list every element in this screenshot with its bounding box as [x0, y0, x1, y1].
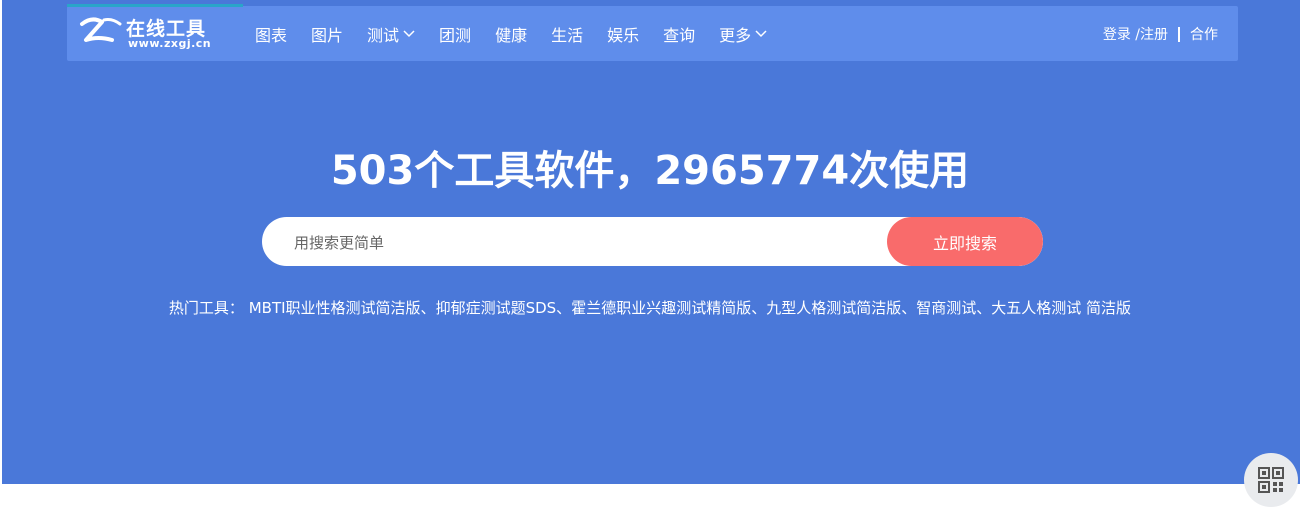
- divider: [1178, 26, 1180, 42]
- nav-item-label: 娱乐: [607, 26, 640, 45]
- search-button[interactable]: 立即搜索: [887, 217, 1043, 266]
- cooperate-link[interactable]: 合作: [1190, 24, 1218, 44]
- nav-item-group-tests[interactable]: 团测: [439, 22, 471, 46]
- qr-code-button[interactable]: [1244, 453, 1298, 507]
- hot-tools-label: 热门工具：: [168, 299, 244, 317]
- nav-item-label: 健康: [495, 26, 528, 45]
- logo-url: www.zxgj.cn: [128, 37, 212, 50]
- nav-item-more[interactable]: 更多: [719, 22, 767, 46]
- nav-item-images[interactable]: 图片: [311, 22, 343, 46]
- separator: 、: [976, 299, 992, 317]
- search-input[interactable]: [292, 217, 876, 266]
- separator: 、: [420, 299, 436, 317]
- page-title: 503个工具软件，2965774次使用: [330, 148, 970, 194]
- site-logo[interactable]: 在线工具 www.zxgj.cn: [78, 12, 228, 52]
- chevron-down-icon: [403, 30, 415, 38]
- nav-item-charts[interactable]: 图表: [255, 22, 287, 46]
- nav-item-entertainment[interactable]: 娱乐: [607, 22, 639, 46]
- chevron-down-icon: [755, 30, 767, 38]
- nav-item-label: 生活: [551, 26, 584, 45]
- zxgj-logo-icon: [80, 17, 122, 42]
- separator: 、: [556, 299, 572, 317]
- nav-item-label: 更多: [719, 26, 752, 45]
- separator: 、: [901, 299, 917, 317]
- separator: 、: [751, 299, 767, 317]
- hot-tool-link[interactable]: 抑郁症测试题SDS: [436, 299, 557, 317]
- nav-item-label: 图表: [255, 26, 288, 45]
- nav-item-label: 图片: [311, 26, 344, 45]
- nav-item-life[interactable]: 生活: [551, 22, 583, 46]
- nav-item-health[interactable]: 健康: [495, 22, 527, 46]
- hot-tools: 热门工具： MBTI职业性格测试简洁版、抑郁症测试题SDS、霍兰德职业兴趣测试精…: [0, 297, 1300, 318]
- nav-item-label: 团测: [439, 26, 472, 45]
- nav-item-label: 测试: [367, 26, 400, 45]
- nav-item-query[interactable]: 查询: [663, 22, 695, 46]
- navbar-accent-line: [67, 4, 243, 7]
- hot-tool-link[interactable]: 霍兰德职业兴趣测试精简版: [571, 299, 751, 317]
- login-register-link[interactable]: 登录 /注册: [1103, 24, 1168, 44]
- hot-tool-link[interactable]: 大五人格测试 简洁版: [991, 299, 1131, 317]
- hot-tool-link[interactable]: MBTI职业性格测试简洁版: [249, 299, 421, 317]
- main-nav: 图表 图片 测试 团测 健康 生活 娱乐 查询 更多: [255, 22, 791, 46]
- hot-tool-link[interactable]: 智商测试: [916, 299, 976, 317]
- hot-tool-link[interactable]: 九型人格测试简洁版: [766, 299, 901, 317]
- search-bar: 立即搜索: [262, 217, 1043, 266]
- nav-item-label: 查询: [663, 26, 696, 45]
- user-links: 登录 /注册 合作: [1103, 24, 1218, 44]
- nav-item-tests[interactable]: 测试: [367, 22, 415, 46]
- qr-code-icon: [1258, 467, 1284, 493]
